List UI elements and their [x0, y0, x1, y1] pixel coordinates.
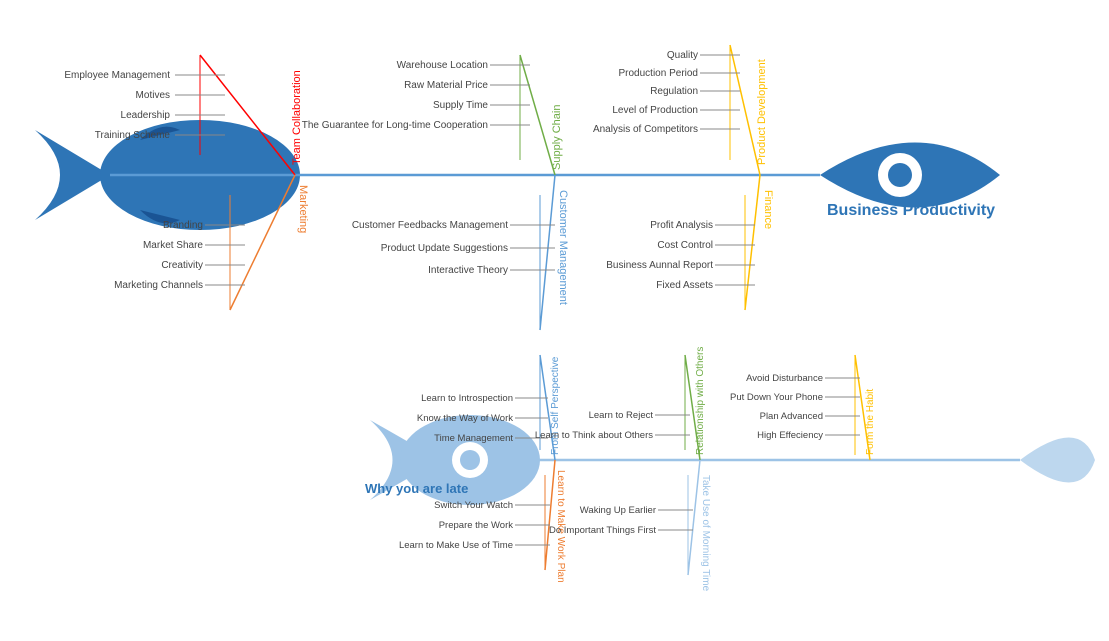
diagram2-title: Why you are late — [365, 481, 468, 496]
bone-custmgmt — [540, 175, 555, 330]
text-profit: Profit Analysis — [650, 220, 713, 231]
label-supply: Supply Chain — [551, 105, 563, 170]
label-morningtime: Take Use of Morning Time — [700, 475, 711, 592]
text-mktchannels: Marketing Channels — [114, 280, 203, 291]
bone-workplan — [545, 460, 555, 570]
bone-morningtime — [688, 460, 700, 575]
text-prodsuggest: Product Update Suggestions — [381, 243, 508, 254]
text-interactive: Interactive Theory — [428, 265, 508, 276]
label-team-collab: Team Collaboration — [291, 70, 303, 165]
fish-eye-pupil-1 — [888, 163, 912, 187]
text-switchwatch: Switch Your Watch — [434, 500, 513, 511]
text-costctrl: Cost Control — [657, 240, 713, 251]
text-importantfirst: Do Important Things First — [549, 525, 656, 536]
text-emp-mgmt: Employee Management — [64, 70, 170, 81]
text-regulation: Regulation — [650, 86, 698, 97]
text-timemgmt: Time Management — [434, 433, 513, 444]
text-makeuseoftime: Learn to Make Use of Time — [399, 540, 513, 551]
text-preparework: Prepare the Work — [439, 520, 514, 531]
label-proddev: Product Development — [756, 59, 768, 165]
label-formhabit: Form the Habit — [865, 389, 876, 455]
text-avoiddisturb: Avoid Disturbance — [746, 373, 823, 384]
text-custfeedback: Customer Feedbacks Management — [352, 220, 508, 231]
bone-finance — [745, 175, 760, 310]
fish-eye-pupil-2 — [460, 450, 480, 470]
text-levelofprod: Level of Production — [612, 105, 698, 116]
fishbone-diagram: Business Productivity Team Collaboration… — [0, 0, 1109, 641]
text-creativity: Creativity — [161, 260, 203, 271]
text-wakeup: Waking Up Earlier — [580, 505, 656, 516]
text-quality: Quality — [667, 50, 698, 61]
text-training: Training Scheme — [95, 130, 171, 141]
text-guarantee: The Guarantee for Long-time Cooperation — [302, 120, 488, 131]
label-custmgmt: Customer Management — [557, 190, 569, 305]
text-fixedassets: Fixed Assets — [656, 280, 713, 291]
text-reject: Learn to Reject — [589, 410, 654, 421]
fish-head-2 — [1020, 438, 1095, 483]
label-finance: Finance — [762, 190, 774, 229]
text-motives: Motives — [136, 90, 170, 101]
text-prodperiod: Production Period — [619, 68, 699, 79]
label-marketing: Marketing — [297, 185, 309, 233]
bone-supply — [520, 55, 555, 175]
text-warehouse: Warehouse Location — [397, 60, 488, 71]
text-rawmat: Raw Material Price — [404, 80, 488, 91]
label-relationship: Relationship with Others — [695, 347, 706, 455]
text-introspection: Learn to Introspection — [421, 393, 513, 404]
text-wayofwork: Know the Way of Work — [417, 413, 513, 424]
diagram1-title: Business Productivity — [827, 202, 995, 219]
text-supplytime: Supply Time — [433, 100, 488, 111]
text-thinkothers: Learn to Think about Others — [535, 430, 653, 441]
text-leadership: Leadership — [121, 110, 171, 121]
text-planadvanced: Plan Advanced — [760, 411, 823, 422]
text-biz-report: Business Aunnal Report — [606, 260, 713, 271]
text-higheff: High Effeciency — [757, 430, 823, 441]
fish-tail-1 — [35, 130, 110, 220]
text-branding: Branding — [163, 220, 203, 231]
text-marketshare: Market Share — [143, 240, 203, 251]
text-competitors: Analysis of Competitors — [593, 124, 698, 135]
text-putdownphone: Put Down Your Phone — [730, 392, 823, 403]
